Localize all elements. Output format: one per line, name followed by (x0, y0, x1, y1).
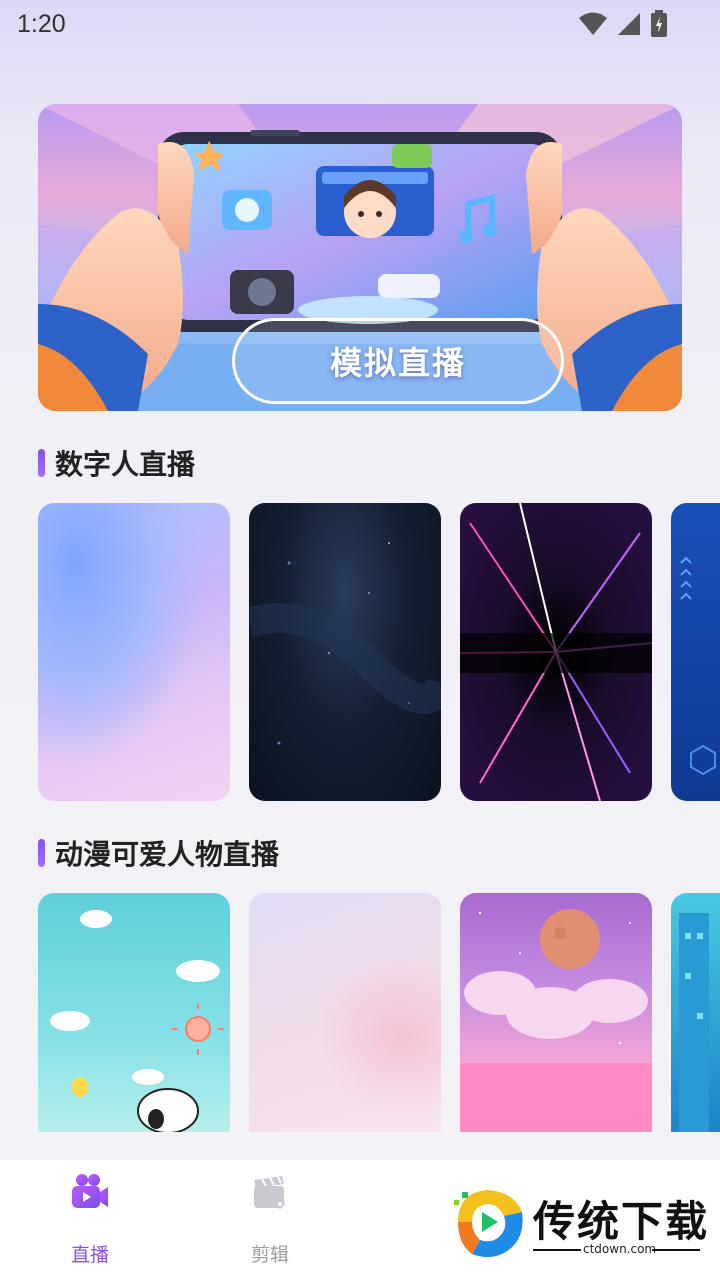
background-card-pink-moon[interactable] (460, 893, 652, 1132)
status-bar: 1:20 (0, 0, 720, 50)
section-title-text: 数字人直播 (55, 448, 196, 481)
wifi-icon (579, 12, 607, 35)
section-title-digital-human: 数字人直播 (38, 447, 195, 481)
battery-icon (651, 10, 667, 37)
background-card-pixel-city[interactable] (671, 893, 720, 1132)
watermark-title: 传统下载 (533, 1197, 710, 1246)
background-card-tech-blue[interactable] (671, 503, 720, 801)
anime-card-row[interactable] (38, 893, 720, 1132)
status-time: 1:20 (17, 10, 66, 38)
background-card-gradient[interactable] (38, 503, 230, 801)
signal-icon (618, 13, 640, 35)
simulated-live-button[interactable]: 模拟直播 (232, 318, 564, 404)
pixel-city-pattern (679, 913, 709, 1132)
status-icons (578, 10, 668, 38)
nav-tab-edit-label: 剪辑 (250, 1244, 289, 1266)
watermark-logo-icon (454, 1190, 523, 1257)
background-card-dark-space[interactable] (249, 503, 441, 801)
nav-tab-live-label: 直播 (70, 1244, 109, 1266)
background-card-warp-speed[interactable] (460, 503, 652, 801)
pink-moon-illustration (460, 909, 652, 1132)
simulated-live-banner[interactable]: 模拟直播 (38, 104, 682, 411)
watermark-divider (652, 1249, 700, 1251)
section-accent-bar (38, 839, 45, 867)
clapperboard-icon (254, 1176, 286, 1210)
section-title-anime-characters: 动漫可爱人物直播 (38, 837, 279, 871)
space-dust-pattern (249, 542, 441, 745)
watermark: 传统下载 ctdown.com (440, 1160, 720, 1280)
video-camera-icon (72, 1174, 108, 1208)
watermark-divider (533, 1249, 581, 1251)
nav-tab-edit[interactable]: 剪辑 (210, 1160, 330, 1280)
section-title-text: 动漫可爱人物直播 (55, 838, 280, 871)
nav-tab-live[interactable]: 直播 (30, 1160, 150, 1280)
background-card-snoopy-sky[interactable] (38, 893, 230, 1132)
simulated-live-label: 模拟直播 (329, 344, 466, 382)
cartoon-sky-illustration (50, 910, 224, 1132)
background-card-pastel-pink[interactable] (249, 893, 441, 1132)
section-accent-bar (38, 449, 45, 477)
watermark-url: ctdown.com (583, 1242, 657, 1256)
tech-chevron-pattern (680, 556, 716, 776)
digital-human-card-row[interactable] (38, 503, 720, 801)
warp-lines-pattern (460, 503, 652, 801)
